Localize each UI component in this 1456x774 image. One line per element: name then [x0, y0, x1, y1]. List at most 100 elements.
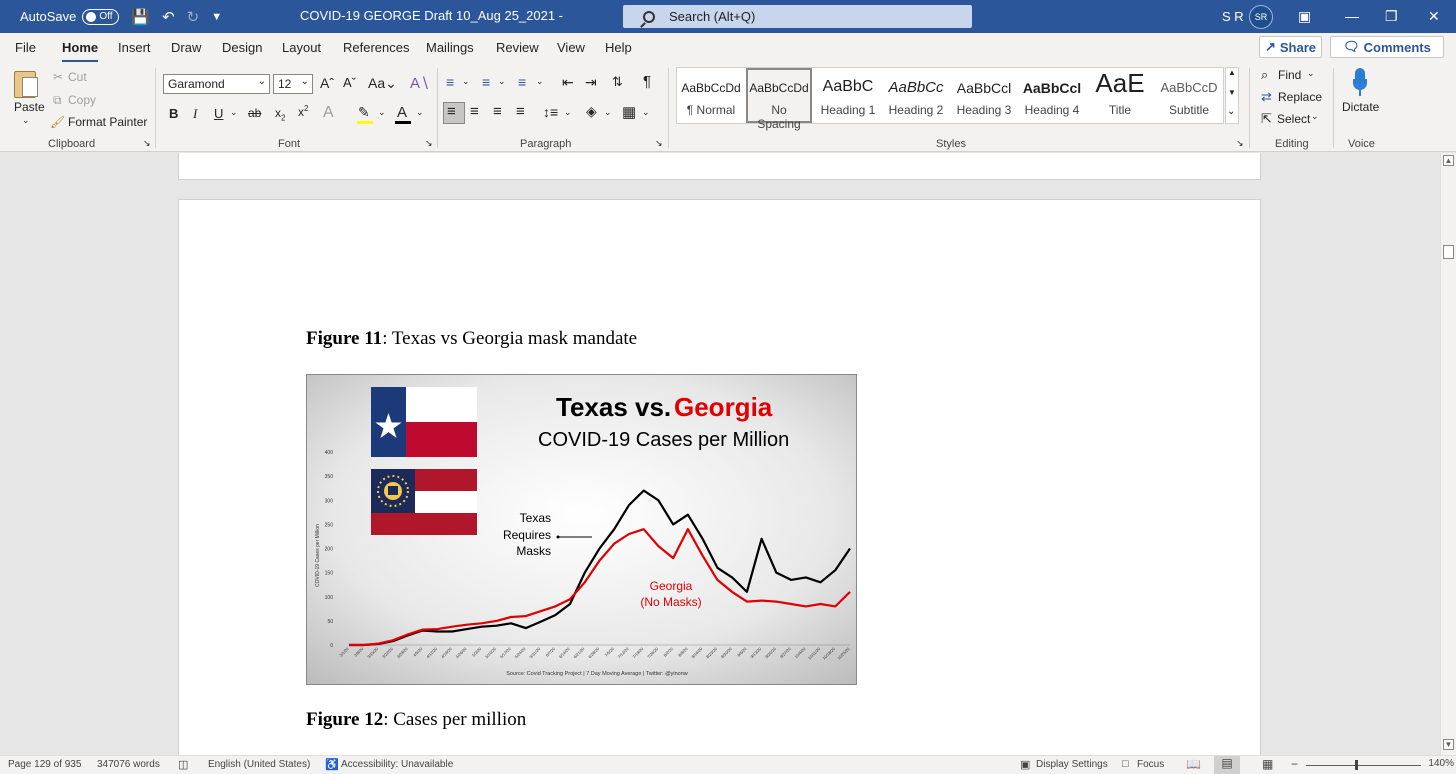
zoom-level[interactable]: 140% [1421, 758, 1456, 769]
multilevel-list-icon[interactable]: ≡ [518, 74, 526, 90]
clear-formatting-icon[interactable]: A∖ [410, 74, 430, 92]
ribbon-display-icon[interactable]: ▣ [1298, 8, 1311, 25]
subscript-icon[interactable]: x2 [275, 106, 285, 122]
close-icon[interactable]: ✕ [1428, 8, 1440, 25]
page-count[interactable]: Page 129 of 935 [8, 759, 81, 770]
format-painter-button[interactable]: Format Painter [68, 115, 147, 129]
language[interactable]: English (United States) [208, 759, 310, 770]
tab-references[interactable]: References [343, 40, 409, 55]
chart-image[interactable]: Texas vs. Georgia COVID-19 Cases per Mil… [306, 374, 857, 685]
font-launcher-icon[interactable]: ↘ [425, 138, 433, 149]
font-size-select[interactable]: 12 ⌄ [273, 74, 313, 94]
chevron-down-icon[interactable]: ⌄ [1307, 68, 1315, 79]
chevron-down-icon[interactable]: ⌄ [230, 107, 238, 118]
document-title[interactable]: COVID-19 GEORGE Draft 10_Aug 25_2021 - [300, 8, 563, 23]
align-center-icon[interactable]: ≡ [470, 103, 479, 120]
tab-help[interactable]: Help [605, 40, 632, 55]
font-name-select[interactable]: Garamond ⌄ [163, 74, 270, 94]
italic-icon[interactable]: I [193, 106, 197, 122]
chevron-down-icon[interactable]: ⌄ [1311, 111, 1319, 122]
save-icon[interactable]: 💾 [131, 8, 150, 26]
show-formatting-icon[interactable]: ¶ [643, 73, 651, 90]
paste-dropdown-icon[interactable]: ⌄ [22, 115, 30, 126]
change-case-icon[interactable]: Aa⌄ [368, 75, 397, 92]
tab-home[interactable]: Home [62, 40, 99, 63]
document-page[interactable]: Figure 11: Texas vs Georgia mask mandate [178, 199, 1261, 755]
justify-icon[interactable]: ≡ [516, 103, 525, 120]
tab-draw[interactable]: Draw [171, 40, 201, 55]
style-title[interactable]: AaE Title [1086, 68, 1154, 123]
focus-button[interactable]: Focus [1137, 759, 1164, 770]
chevron-down-icon[interactable]: ⌄ [604, 107, 612, 118]
tab-mailings[interactable]: Mailings [426, 40, 474, 55]
decrease-indent-icon[interactable]: ⇤ [562, 74, 574, 91]
increase-indent-icon[interactable]: ⇥ [585, 74, 597, 91]
cut-button[interactable]: Cut [68, 70, 87, 84]
restore-icon[interactable]: ❐ [1385, 8, 1398, 25]
copy-button[interactable]: Copy [68, 93, 96, 107]
style-heading-1[interactable]: AaBbC Heading 1 [814, 68, 882, 123]
undo-icon[interactable]: ↶ [162, 8, 175, 26]
chevron-down-icon[interactable]: ⌄ [564, 107, 572, 118]
tab-file[interactable]: File [15, 40, 36, 55]
paragraph-launcher-icon[interactable]: ↘ [655, 138, 663, 149]
align-right-icon[interactable]: ≡ [493, 103, 502, 120]
proofing-icon[interactable]: ◫ [178, 758, 188, 771]
search-box[interactable]: Search (Alt+Q) [623, 5, 972, 28]
dictate-button[interactable]: Dictate [1342, 100, 1379, 114]
scroll-up-icon[interactable]: ▲ [1443, 155, 1454, 166]
strikethrough-icon[interactable]: ab [248, 106, 261, 120]
font-color-icon[interactable]: A [397, 104, 407, 121]
autosave-toggle[interactable]: Off [82, 8, 120, 25]
styles-launcher-icon[interactable]: ↘ [1236, 138, 1244, 149]
align-left-icon[interactable]: ≡ [447, 103, 456, 120]
web-layout-icon[interactable]: ▦ [1262, 757, 1273, 771]
underline-icon[interactable]: U [214, 106, 223, 121]
redo-icon[interactable]: ↻ [187, 8, 200, 26]
minimize-icon[interactable]: — [1345, 8, 1359, 24]
share-button[interactable]: ↗ Share [1259, 36, 1322, 58]
style-normal[interactable]: AaBbCcDd ¶ Normal [677, 68, 745, 123]
zoom-slider-thumb[interactable] [1355, 760, 1358, 770]
scroll-down-icon[interactable]: ▼ [1443, 739, 1454, 750]
style-heading-4[interactable]: AaBbCcl Heading 4 [1018, 68, 1086, 123]
style-no-spacing[interactable]: AaBbCcDd No Spacing [746, 68, 812, 131]
tab-view[interactable]: View [557, 40, 585, 55]
chevron-down-icon[interactable]: ⌄ [642, 107, 650, 118]
bold-icon[interactable]: B [169, 106, 178, 121]
borders-icon[interactable]: ▦ [622, 103, 636, 121]
numbering-icon[interactable]: ≡ [482, 74, 490, 90]
tab-insert[interactable]: Insert [118, 40, 151, 55]
vertical-scrollbar[interactable]: ▲ ▼ [1440, 153, 1456, 755]
zoom-out-icon[interactable]: − [1291, 757, 1298, 771]
accessibility-status[interactable]: Accessibility: Unavailable [341, 759, 453, 770]
grow-font-icon[interactable]: Aˆ [320, 75, 334, 91]
chevron-down-icon[interactable]: ▼ [1228, 88, 1236, 97]
chevron-down-icon[interactable]: ⌄ [416, 107, 424, 118]
style-subtitle[interactable]: AaBbCcD Subtitle [1154, 68, 1224, 123]
chevron-up-icon[interactable]: ▲ [1228, 68, 1236, 77]
chevron-down-icon[interactable]: ⌄ [378, 107, 386, 118]
display-settings[interactable]: Display Settings [1036, 759, 1108, 770]
read-mode-icon[interactable]: 📖 [1186, 757, 1201, 771]
paste-button[interactable]: Paste [14, 100, 45, 114]
shrink-font-icon[interactable]: Aˇ [343, 75, 356, 90]
microphone-icon[interactable] [1353, 68, 1367, 96]
bullets-icon[interactable]: ≡ [446, 74, 454, 90]
find-button[interactable]: Find [1278, 68, 1301, 82]
tab-layout[interactable]: Layout [282, 40, 321, 55]
line-spacing-icon[interactable]: ↕≡ [543, 104, 558, 120]
scroll-thumb[interactable] [1443, 245, 1454, 259]
zoom-slider[interactable] [1306, 765, 1424, 766]
shading-icon[interactable]: ◈ [586, 103, 597, 120]
tab-design[interactable]: Design [222, 40, 262, 55]
superscript-icon[interactable]: x2 [298, 104, 308, 119]
style-heading-2[interactable]: AaBbCc Heading 2 [882, 68, 950, 123]
customize-qat-icon[interactable]: ▼ [211, 11, 222, 23]
chevron-down-icon[interactable]: ⌄ [498, 76, 506, 87]
styles-scroll[interactable]: ▲ ▼ ⌄ [1225, 67, 1239, 124]
print-layout-icon[interactable]: ▤ [1214, 756, 1240, 774]
sort-icon[interactable]: ⇅ [612, 74, 623, 90]
text-effects-icon[interactable]: A [323, 104, 334, 122]
word-count[interactable]: 347076 words [97, 759, 160, 770]
